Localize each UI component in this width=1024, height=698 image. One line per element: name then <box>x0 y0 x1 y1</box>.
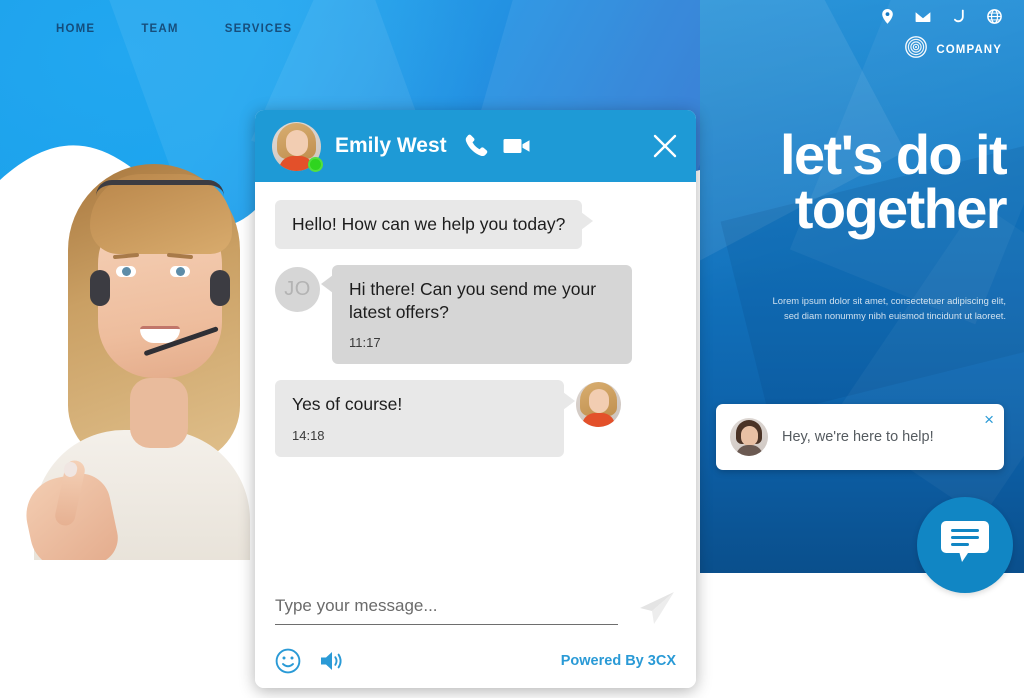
chat-header-actions <box>465 134 531 158</box>
hero-headline: let's do it together <box>706 127 1008 240</box>
page-root: HOME TEAM SERVICES COMPANY let's do it t… <box>0 0 1024 698</box>
bubble-tail-icon <box>563 392 575 411</box>
chat-agent-name: Emily West <box>335 134 447 157</box>
brand-name: COMPANY <box>936 43 1002 56</box>
hero-subcopy: Lorem ipsum dolor sit amet, consectetuer… <box>772 295 1006 321</box>
chat-message-text: Hi there! Can you send me your latest of… <box>349 279 597 323</box>
contact-icon-bar <box>881 9 1002 24</box>
location-pin-icon[interactable] <box>881 9 894 24</box>
online-status-badge <box>308 156 323 172</box>
agent-iris-right <box>176 267 185 276</box>
chat-user-initials-avatar: JO <box>275 267 320 313</box>
chat-message-row: Hello! How can we help you today? <box>275 200 676 250</box>
chat-message-time: 11:17 <box>349 335 381 351</box>
globe-icon[interactable] <box>987 9 1002 24</box>
chat-message-list: Hello! How can we help you today? JO Hi … <box>255 182 696 576</box>
nav-item-home[interactable]: HOME <box>56 23 95 35</box>
greeting-text: Hey, we're here to help! <box>782 429 934 445</box>
chat-message-time: 14:18 <box>292 427 325 443</box>
chat-composer: Powered By 3CX <box>255 576 696 688</box>
bubble-tail-icon <box>321 275 333 294</box>
chat-header: Emily West <box>255 110 696 182</box>
nav-item-team[interactable]: TEAM <box>141 23 178 35</box>
chat-agent-message-avatar <box>576 382 621 428</box>
top-navigation: HOME TEAM SERVICES <box>0 0 700 58</box>
chat-bubble-agent: Hello! How can we help you today? <box>275 200 594 250</box>
greeting-close-icon[interactable]: × <box>984 411 994 428</box>
chat-agent-avatar <box>272 121 323 172</box>
chat-fab-button[interactable] <box>917 497 1013 593</box>
headset-earcup-left <box>90 270 110 306</box>
chat-composer-row <box>275 590 676 634</box>
chat-bubble-user: Hi there! Can you send me your latest of… <box>321 265 632 365</box>
chat-bubble-icon <box>940 519 990 572</box>
video-camera-icon[interactable] <box>503 136 531 156</box>
agent-iris-left <box>122 267 131 276</box>
envelope-icon[interactable] <box>915 11 931 23</box>
chat-message-input[interactable] <box>275 591 618 625</box>
brand-logo-block[interactable]: COMPANY <box>905 36 1002 63</box>
chat-message-text: Yes of course! <box>292 394 403 415</box>
smiley-face-icon[interactable] <box>275 648 301 674</box>
headline-line-2: together <box>794 176 1008 240</box>
chat-composer-toolbar: Powered By 3CX <box>275 648 676 674</box>
phone-icon[interactable] <box>952 9 966 24</box>
right-hero-panel <box>700 0 1024 573</box>
live-chat-widget: Emily West Hello! How can we help you to… <box>255 110 696 688</box>
spiral-target-logo-icon <box>905 36 928 63</box>
agent-neck <box>130 378 188 448</box>
headset-band-icon <box>96 180 224 196</box>
nav-item-services[interactable]: SERVICES <box>225 23 293 35</box>
close-icon[interactable] <box>652 133 678 159</box>
chat-message-row: Yes of course! 14:18 <box>275 380 676 457</box>
bubble-tail-icon <box>581 212 594 230</box>
phone-call-icon[interactable] <box>465 134 488 158</box>
send-paper-plane-icon[interactable] <box>636 590 676 626</box>
headset-earcup-right <box>210 270 230 306</box>
chat-message-text: Hello! How can we help you today? <box>292 214 566 234</box>
chat-message-row: JO Hi there! Can you send me your latest… <box>275 265 676 365</box>
greeting-popup[interactable]: Hey, we're here to help! × <box>716 404 1004 470</box>
speaker-sound-icon[interactable] <box>319 649 346 673</box>
chat-bubble-agent: Yes of course! 14:18 <box>275 380 575 457</box>
powered-by-link[interactable]: Powered By 3CX <box>561 653 676 669</box>
greeting-avatar <box>730 418 768 456</box>
support-agent-photo <box>12 130 262 560</box>
